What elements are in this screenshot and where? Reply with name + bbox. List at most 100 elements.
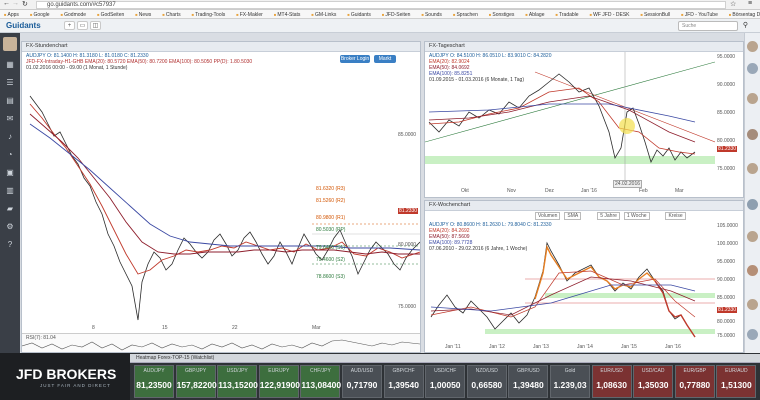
address-field[interactable]: go.guidants.com/#c57937 bbox=[36, 1, 726, 9]
bell-icon[interactable]: ♪ bbox=[4, 131, 16, 143]
bookmark-item[interactable]: FX-Makler bbox=[236, 12, 263, 18]
weekly-price-chart[interactable] bbox=[425, 221, 715, 343]
level-label: 78.8600 (S3) bbox=[316, 274, 345, 280]
avatar[interactable] bbox=[747, 163, 758, 174]
ticker-cell[interactable]: AUD/JPY 81,23500 bbox=[134, 365, 174, 398]
level-label: 81.6320 (R3) bbox=[316, 186, 346, 192]
level-label: 79.6400 (S1) bbox=[316, 245, 345, 251]
help-icon[interactable]: ? bbox=[4, 239, 16, 251]
chart-icon[interactable]: ▦ bbox=[4, 59, 16, 71]
toolbar-item[interactable]: SMA bbox=[564, 212, 582, 220]
bookmark-item[interactable]: Guidants bbox=[347, 12, 371, 18]
bookmark-item[interactable]: Charts bbox=[162, 12, 180, 18]
jfd-brokers-logo: JFD BROKERS JUST FAIR AND DIRECT bbox=[0, 353, 130, 400]
ticker-symbol: Gold bbox=[564, 368, 576, 374]
toolbar-button-3[interactable]: ◫ bbox=[90, 21, 101, 30]
avatar[interactable] bbox=[747, 129, 758, 140]
rsi-pane: RSI(7): 81.04 bbox=[22, 333, 420, 352]
bookmark-item[interactable]: GodSeiten bbox=[97, 12, 124, 18]
forward-icon[interactable]: → bbox=[12, 0, 19, 7]
avatar[interactable] bbox=[747, 329, 758, 340]
avatar[interactable] bbox=[747, 299, 758, 310]
ticker-symbol: EUR/USD bbox=[600, 368, 623, 374]
bookmark-item[interactable]: Apps bbox=[4, 12, 19, 18]
hourly-price-chart[interactable] bbox=[22, 74, 420, 334]
daily-price-chart[interactable] bbox=[425, 52, 715, 186]
x-tick: Jan '16 bbox=[665, 344, 681, 350]
ticker-cell[interactable]: USD/JPY 113,15200 bbox=[217, 365, 258, 398]
market-button[interactable]: Markt bbox=[374, 55, 396, 63]
right-sidebar bbox=[744, 33, 760, 353]
y-tick: 80.0000 bbox=[717, 138, 736, 144]
ticker-symbol: USD/CHF bbox=[434, 368, 457, 374]
ticker-cell[interactable]: EUR/AUD 1,51300 bbox=[716, 365, 757, 398]
avatar[interactable] bbox=[747, 199, 758, 210]
search-icon[interactable]: ⚲ bbox=[743, 21, 748, 29]
bookmark-item[interactable]: Tradable bbox=[555, 12, 578, 18]
x-tick: 22 bbox=[232, 325, 238, 331]
star-icon[interactable]: ☆ bbox=[730, 0, 736, 8]
news-icon[interactable]: ▤ bbox=[4, 95, 16, 107]
settings-icon[interactable]: ⚙ bbox=[4, 221, 16, 233]
avatar[interactable] bbox=[747, 41, 758, 52]
ticker-cell[interactable]: EUR/GBP 0,77880 bbox=[674, 365, 715, 398]
reload-icon[interactable]: ↻ bbox=[22, 0, 28, 8]
bookmark-item[interactable]: MT4-Stats bbox=[274, 12, 301, 18]
menu-icon[interactable]: ≡ bbox=[748, 0, 752, 7]
user-avatar[interactable] bbox=[3, 37, 17, 51]
bookmark-item[interactable]: WF JFD - DESK bbox=[590, 12, 630, 18]
ticker-cell[interactable]: USD/CAD 1,35030 bbox=[633, 365, 674, 398]
search-input[interactable]: Suche bbox=[678, 21, 738, 31]
broker-login-button[interactable]: Broker Login bbox=[340, 55, 370, 63]
gauge-icon[interactable]: ◔ bbox=[4, 149, 16, 161]
ticker-value: 0,66580 bbox=[471, 380, 503, 390]
ticker-cell[interactable]: Gold 1.239,03 bbox=[550, 365, 590, 398]
avatar[interactable] bbox=[747, 93, 758, 104]
x-tick: Jan '14 bbox=[577, 344, 593, 350]
list-icon[interactable]: ☰ bbox=[4, 77, 16, 89]
y-tick: 85.0000 bbox=[717, 110, 736, 116]
toolbar-item[interactable]: 5 Jahre bbox=[597, 212, 620, 220]
bookmark-item[interactable]: SessionBull bbox=[641, 12, 671, 18]
ticker-cell[interactable]: NZD/USD 0,66580 bbox=[466, 365, 507, 398]
bookmark-item[interactable]: Ablage bbox=[525, 12, 544, 18]
avatar[interactable] bbox=[747, 265, 758, 276]
browser-urlbar: ← → ↻ go.guidants.com/#c57937 ☆ ≡ bbox=[0, 0, 760, 10]
toolbar-item[interactable]: 1 Woche bbox=[623, 212, 650, 220]
ticker-cell[interactable]: EUR/USD 1,08630 bbox=[591, 365, 632, 398]
bookmark-item[interactable]: News bbox=[135, 12, 151, 18]
bookmark-item[interactable]: Trading-Tools bbox=[192, 12, 226, 18]
y-tick: 100.0000 bbox=[717, 241, 738, 247]
ticker-cell[interactable]: CHF/JPY 113,08400 bbox=[300, 365, 341, 398]
toolbar-button-2[interactable]: ▭ bbox=[77, 21, 88, 30]
bookmark-item[interactable]: Sonstiges bbox=[489, 12, 515, 18]
avatar[interactable] bbox=[747, 231, 758, 242]
chat-icon[interactable]: ✉ bbox=[4, 113, 16, 125]
back-icon[interactable]: ← bbox=[3, 0, 10, 7]
bookmark-item[interactable]: JFD - YouTube bbox=[681, 12, 718, 18]
ticker-cell[interactable]: GBP/CHF 1,39540 bbox=[383, 365, 424, 398]
ticker-cell[interactable]: EUR/JPY 122,91900 bbox=[258, 365, 300, 398]
bookmark-item[interactable]: Godmode bbox=[61, 12, 87, 18]
bookmark-item[interactable]: Google bbox=[30, 12, 50, 18]
bookmark-item[interactable]: JFD-Seiten bbox=[382, 12, 411, 18]
y-tick: 105.0000 bbox=[717, 223, 738, 229]
toolbar-button-1[interactable]: + bbox=[64, 21, 75, 30]
widget-icon[interactable]: ▥ bbox=[4, 185, 16, 197]
bookmark-item[interactable]: Sprachen bbox=[453, 12, 478, 18]
guidants-logo[interactable]: Guidants bbox=[6, 21, 41, 30]
ticker-cell[interactable]: AUD/USD 0,71790 bbox=[342, 365, 382, 398]
grid-icon[interactable]: ▣ bbox=[4, 167, 16, 179]
chart-legend: AUDJPY O: 81.1400 H: 81.3180 L: 81.0180 … bbox=[26, 53, 326, 71]
bookmark-item[interactable]: Sounds bbox=[421, 12, 442, 18]
toolbar-item[interactable]: Volumen bbox=[535, 212, 561, 220]
ticker-cell[interactable]: GBP/USD 1,39480 bbox=[508, 365, 549, 398]
ticker-cell[interactable]: USD/CHF 1,00050 bbox=[425, 365, 466, 398]
avatar[interactable] bbox=[747, 63, 758, 74]
bookmark-item[interactable]: Börsentag Dresden ... bbox=[729, 12, 760, 18]
toolbar-item[interactable]: Kreise bbox=[665, 212, 686, 220]
ticker-cell[interactable]: GBP/JPY 157,82200 bbox=[175, 365, 217, 398]
bookmark-item[interactable]: GM-Links bbox=[311, 12, 336, 18]
x-tick: Nov bbox=[507, 188, 516, 194]
folder-icon[interactable]: ▰ bbox=[4, 203, 16, 215]
